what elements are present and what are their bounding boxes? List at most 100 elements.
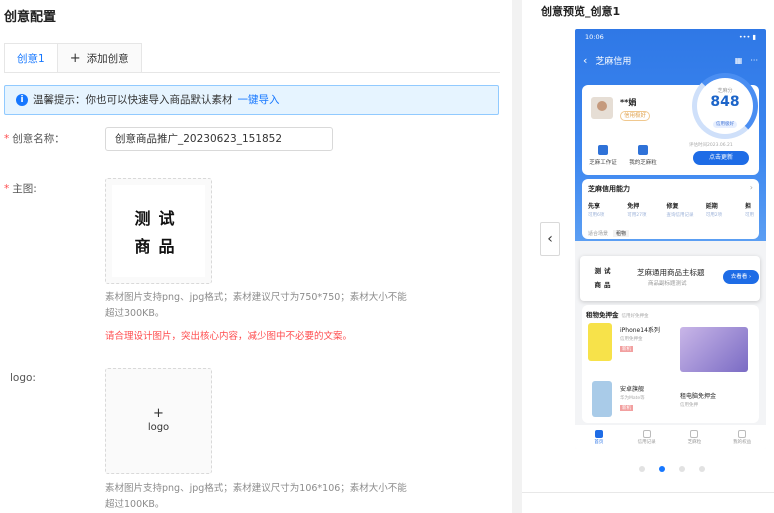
score-pill: 信用极好 xyxy=(713,121,737,128)
chevron-left-icon: ‹ xyxy=(547,231,553,247)
required-mark: * xyxy=(4,183,10,195)
one-click-import-link[interactable]: 一键导入 xyxy=(238,94,280,106)
ability-name: 担 xyxy=(745,203,752,210)
coin-icon xyxy=(690,429,699,438)
phone-preview: 10:06 ••• ▮ ‹ 芝麻信用 ▦ ··· **娟 信用极好 芝麻分 84… xyxy=(575,29,766,449)
ability-tags: 适合场景 租物 xyxy=(588,230,630,237)
logo-label: logo: xyxy=(10,372,36,384)
phone-status-bar: 10:06 ••• ▮ xyxy=(585,33,756,41)
preview-panel: 创意预览_创意1 ‹ 10:06 ••• ▮ ‹ 芝麻信用 ▦ ··· **娟 … xyxy=(522,0,774,513)
status-icons: ••• ▮ xyxy=(738,33,756,41)
product-desc: 信用免押金 xyxy=(620,337,643,342)
tip-text: 温馨提示：你也可以快速导入商品默认素材 xyxy=(33,94,233,106)
tabbar-item-home: 首页 xyxy=(584,429,614,445)
main-image-warning: 请合理设计图片，突出核心内容，减少图中不必要的文案。 xyxy=(105,331,353,342)
plus-icon: + xyxy=(153,406,164,421)
creative-tabs: 创意1 + 添加创意 xyxy=(4,43,142,73)
main-image-hint: 素材图片支持png、jpg格式；素材建议尺寸为750*750；素材大小不能超过3… xyxy=(105,292,407,319)
carousel-prev-button[interactable]: ‹ xyxy=(540,222,560,256)
tabbar-label: 我的权益 xyxy=(733,439,752,445)
ability-row: 先享可用6项 免押可用27项 修复查询信用记录 延期 可用2项 担可用 xyxy=(588,201,757,218)
ability-tags-label: 适合场景 xyxy=(588,231,609,237)
tabbar-item-records: 信用记录 xyxy=(632,429,662,445)
plus-icon: + xyxy=(69,51,81,66)
creative-name-input[interactable]: 创意商品推广_20230623_151852 xyxy=(105,127,333,151)
label-text: 主图: xyxy=(12,183,37,195)
ability-sub: 可用 xyxy=(745,213,754,218)
tab-label: 创意1 xyxy=(17,53,45,65)
score-label: 芝麻分 xyxy=(717,88,733,94)
ability-sub: 查询信用记录 xyxy=(666,213,694,218)
ability-name: 先享 xyxy=(588,203,601,210)
tabbar-label: 信用记录 xyxy=(637,439,656,445)
preview-line: 商品 xyxy=(134,237,183,256)
required-mark: * xyxy=(4,133,10,145)
avatar xyxy=(591,97,613,119)
quick-action-label: 我的芝麻粒 xyxy=(629,160,657,166)
ad-image-line: 测试 xyxy=(594,267,614,275)
android-product-image xyxy=(592,381,612,417)
ability-item: 延期 可用2项 xyxy=(706,201,736,218)
ability-sub: 可用27项 xyxy=(627,213,647,218)
carousel-dot-active[interactable] xyxy=(659,466,665,472)
credit-card: **娟 信用极好 芝麻分 848 信用极好 评估时间2023.06.21 芝麻工… xyxy=(582,73,759,175)
phone-tabbar: 首页 信用记录 芝麻粒 我的权益 xyxy=(575,425,766,449)
product-name: 租电脑免押金 xyxy=(680,393,717,400)
main-image-upload[interactable]: 测试 商品 xyxy=(105,178,212,284)
app-root: 创意配置 创意1 + 添加创意 i 温馨提示：你也可以快速导入商品默认素材 一键导入… xyxy=(0,0,774,513)
ability-tag: 租物 xyxy=(613,230,630,237)
product-desc: 华为Mate等 xyxy=(620,396,645,401)
more-icon: ··· xyxy=(750,55,758,65)
tab-creative-1[interactable]: 创意1 xyxy=(4,43,58,73)
info-icon: i xyxy=(16,94,28,106)
quick-action: 芝麻工作证 xyxy=(588,145,618,166)
tab-divider xyxy=(4,72,500,73)
tabbar-item-rights: 我的权益 xyxy=(727,429,757,445)
quick-action-label: 芝麻工作证 xyxy=(589,160,617,166)
label-text: 创意名称： xyxy=(12,133,65,145)
phone-product-image xyxy=(588,323,612,361)
tip-banner: i 温馨提示：你也可以快速导入商品默认素材 一键导入 xyxy=(4,85,499,115)
carousel-dot[interactable] xyxy=(639,466,645,472)
creative-config-panel: 创意配置 创意1 + 添加创意 i 温馨提示：你也可以快速导入商品默认素材 一键导入… xyxy=(0,0,512,513)
gift-icon xyxy=(738,429,747,438)
product-desc: 信用免押 xyxy=(680,403,698,408)
ad-image-line: 商品 xyxy=(594,281,614,289)
calendar-icon: ▦ xyxy=(734,55,743,65)
phone-nav-title: 芝麻信用 xyxy=(595,56,632,67)
ad-subtitle: 商品副标题测试 xyxy=(648,281,687,287)
carousel-dot[interactable] xyxy=(679,466,685,472)
ability-item: 先享可用6项 xyxy=(588,201,618,218)
score-value: 848 xyxy=(710,94,740,110)
product-name: iPhone14系列 xyxy=(620,327,660,334)
ability-item: 免押可用27项 xyxy=(627,201,657,218)
ability-sub: 可用6项 xyxy=(588,213,605,218)
tab-label: 添加创意 xyxy=(86,53,129,65)
tabbar-label: 芝麻粒 xyxy=(687,439,702,445)
carousel-dots xyxy=(639,466,719,472)
product-name: 安卓旗舰 xyxy=(620,386,645,393)
creative-name-label: * 创意名称： xyxy=(4,131,65,146)
logo-hint: 素材图片支持png、jpg格式；素材建议尺寸为106*106；素材大小不能超过1… xyxy=(105,483,407,510)
tabbar-label: 首页 xyxy=(594,439,604,445)
ability-name: 修复 xyxy=(666,203,679,210)
rent-section: 租物免押金 信用好免押金 iPhone14系列 信用免押金 新机 安卓旗舰 华为M… xyxy=(582,305,759,423)
preview-bottom-divider xyxy=(522,492,774,493)
monitor-product-image xyxy=(680,327,748,372)
rent-title-text: 租物免押金 xyxy=(586,311,619,319)
score-gauge: 芝麻分 848 信用极好 xyxy=(692,73,758,139)
back-icon: ‹ xyxy=(583,53,588,67)
phone-nav: ‹ 芝麻信用 ▦ ··· xyxy=(583,52,758,68)
logo-upload[interactable]: + logo xyxy=(105,368,212,474)
coin-icon xyxy=(638,145,648,155)
ad-cta-button: 去看看 › xyxy=(723,270,759,284)
main-image-preview: 测试 商品 xyxy=(112,185,205,277)
add-creative-tab[interactable]: + 添加创意 xyxy=(57,43,142,73)
ad-creative-card: 测试 商品 芝麻通用商品主标题 商品副标题测试 去看看 › xyxy=(580,256,760,301)
rent-title: 租物免押金 信用好免押金 xyxy=(586,309,649,319)
ability-name: 免押 xyxy=(627,203,640,210)
main-image-label: * 主图: xyxy=(4,181,37,196)
config-title: 创意配置 xyxy=(4,10,57,25)
user-name: **娟 xyxy=(620,98,637,107)
carousel-dot[interactable] xyxy=(699,466,705,472)
